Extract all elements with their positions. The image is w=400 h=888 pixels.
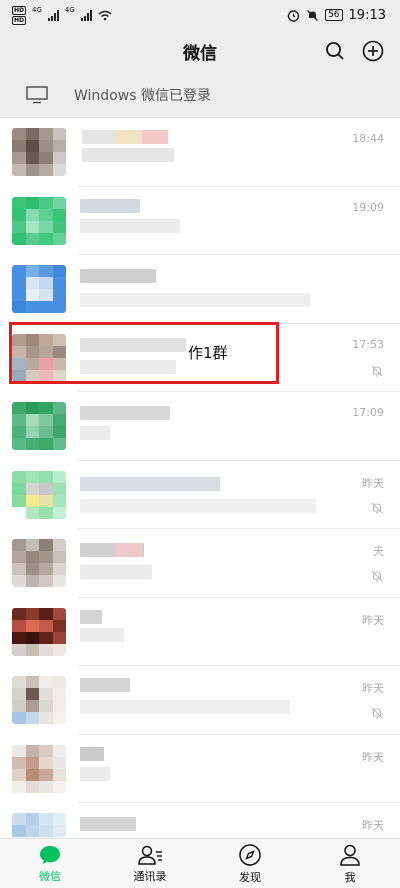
chat-list[interactable]: 18:44 19:09 作1群 17:53 17:09 昨天 天 昨天 昨天 昨… [0,118,400,838]
search-button[interactable] [322,38,348,64]
clock: 19:13 [348,7,386,23]
muted-bell-icon [371,502,383,514]
avatar [12,196,66,245]
chat-time: 17:53 [352,337,384,351]
avatar [12,470,66,519]
name-placeholder [80,609,102,624]
chat-item[interactable] [0,255,400,324]
avatar [12,265,66,313]
add-button[interactable] [360,38,386,64]
title-bar: 微信 [0,30,400,72]
mute-bell-icon [307,9,319,21]
chat-item[interactable]: 17:09 [0,392,400,461]
name-placeholder [80,817,136,831]
chat-time: 昨天 [362,476,384,490]
page-title: 微信 [183,43,217,64]
desktop-login-bar[interactable]: Windows 微信已登录 [0,72,400,118]
chat-item[interactable]: 天 [0,529,400,598]
tab-chats[interactable]: 微信 [0,839,100,888]
chat-time: 17:09 [352,406,384,419]
plus-circle-icon [362,40,384,62]
chat-item[interactable]: 昨天 [0,598,400,667]
name-placeholder [80,476,220,491]
login-notice-text: Windows 微信已登录 [74,87,211,104]
signal-icon [47,9,59,21]
muted-bell-icon [371,570,383,582]
battery-indicator: 56 [325,9,343,21]
tab-contacts[interactable]: 通讯录 [100,839,200,888]
avatar [12,676,66,724]
bottom-tab-bar: 微信 通讯录 发现 我 [0,838,400,888]
search-icon [326,42,344,60]
name-placeholder [80,269,156,283]
chat-bubble-icon [40,845,60,864]
chat-time: 18:44 [352,132,384,145]
status-left: HD HD 4G 4G [12,5,112,25]
tab-me[interactable]: 我 [300,839,400,888]
name-placeholder [80,746,104,761]
message-placeholder [80,426,110,440]
message-placeholder [80,627,124,642]
name-placeholder [116,543,142,557]
chat-item[interactable]: 昨天 [0,735,400,804]
message-placeholder [80,218,180,233]
muted-bell-icon [371,365,383,377]
tab-label: 微信 [39,869,61,883]
name-placeholder [80,198,140,213]
wifi-icon [98,10,112,20]
chat-item[interactable]: 昨天 [0,803,400,838]
chat-item[interactable]: 19:09 [0,187,400,256]
avatar [12,128,66,176]
message-placeholder [80,700,290,714]
avatar [12,607,66,656]
name-placeholder [80,678,130,692]
person-icon [340,844,360,866]
chat-time: 昨天 [362,819,384,832]
tab-label: 通讯录 [133,869,167,883]
signal-4g-label: 4G [32,5,42,14]
message-placeholder [80,565,152,579]
chat-item[interactable]: 昨天 [0,666,400,735]
status-right: 56 19:13 [287,8,386,23]
name-placeholder [80,406,170,420]
avatar [12,539,66,587]
avatar [12,813,66,838]
signal-icon-2 [80,9,92,21]
status-bar: HD HD 4G 4G 56 19:13 [0,0,400,30]
muted-bell-icon [371,707,383,719]
message-placeholder [80,293,310,307]
message-placeholder [82,148,174,162]
chat-time: 昨天 [362,613,384,627]
chat-item[interactable]: 18:44 [0,118,400,187]
chat-time: 昨天 [362,750,384,764]
chat-time: 19:09 [352,200,384,214]
tab-label: 我 [344,870,356,884]
tab-label: 发现 [239,870,261,884]
signal-4g-label-2: 4G [64,5,75,14]
chat-time: 昨天 [362,682,384,695]
name-placeholder [142,130,168,144]
chat-time: 天 [373,545,384,558]
message-placeholder [80,498,316,513]
contacts-icon [138,845,162,865]
avatar [12,744,66,793]
highlight-box [9,322,279,384]
monitor-icon [26,85,48,103]
compass-icon [239,843,261,866]
message-placeholder [80,766,110,781]
hd-badge: HD HD [12,5,27,25]
alarm-icon [287,9,300,22]
avatar [12,402,66,450]
tab-discover[interactable]: 发现 [200,839,300,888]
chat-item[interactable]: 昨天 [0,461,400,530]
